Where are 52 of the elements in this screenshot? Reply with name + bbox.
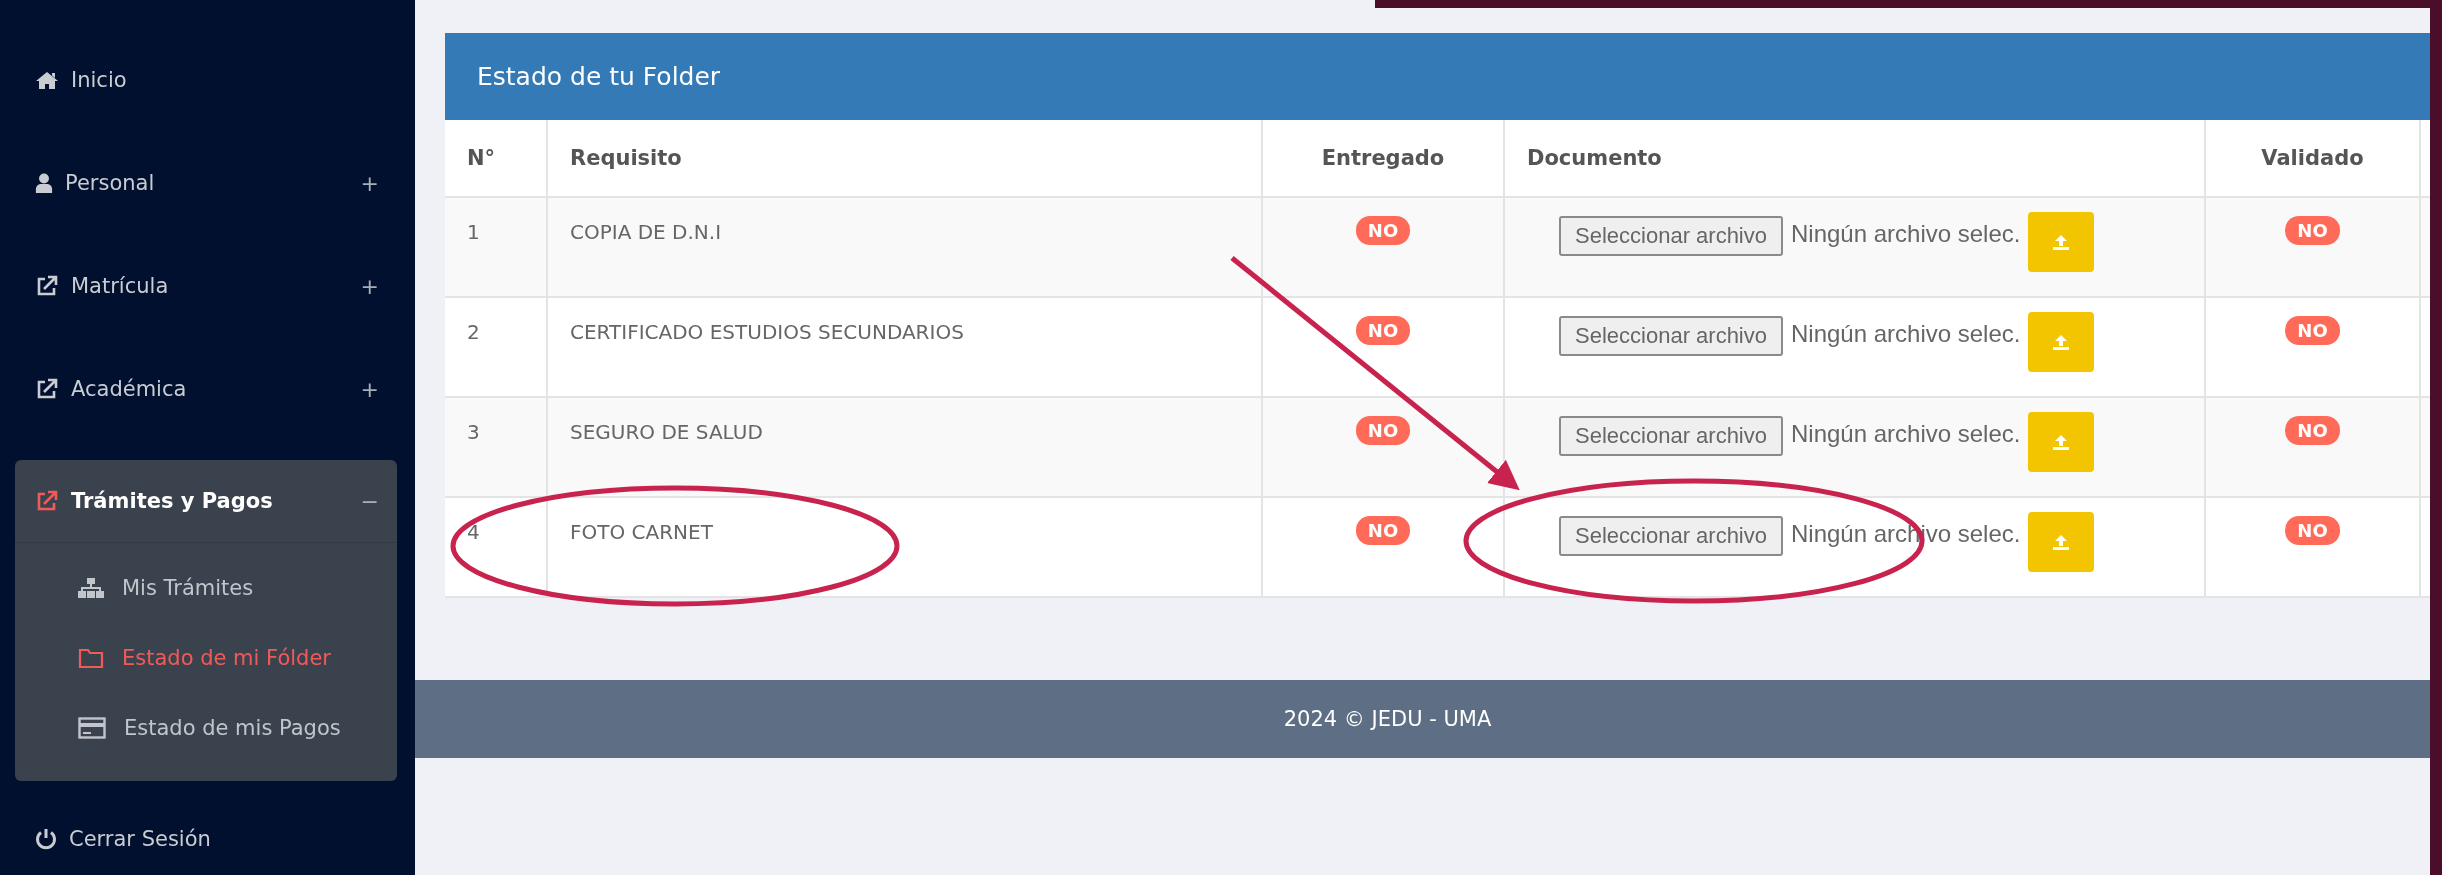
upload-button[interactable] xyxy=(2028,212,2095,272)
folder-icon xyxy=(78,647,104,669)
table-cell: SEGURO DE SALUD xyxy=(547,397,1262,497)
upload-icon xyxy=(2051,232,2072,252)
external-link-icon xyxy=(35,274,59,298)
credit-card-icon xyxy=(78,717,106,739)
choose-file-button[interactable]: Seleccionar archivo xyxy=(1559,216,1783,256)
status-badge: NO xyxy=(2285,416,2340,445)
expand-toggle[interactable]: − xyxy=(360,488,379,514)
upload-icon xyxy=(2051,332,2072,352)
table-cell: 3 xyxy=(445,397,547,497)
status-badge: NO xyxy=(2285,216,2340,245)
menu-item[interactable]: Trámites y Pagos − xyxy=(15,460,397,543)
home-icon xyxy=(35,70,59,90)
upload-button[interactable] xyxy=(2028,512,2095,572)
upload-icon xyxy=(2051,432,2072,452)
menu-item[interactable]: Matrícula + xyxy=(15,254,397,318)
menu-item[interactable]: Personal + xyxy=(15,151,397,215)
choose-file-button[interactable]: Seleccionar archivo xyxy=(1559,416,1783,456)
external-link-icon xyxy=(35,489,59,513)
upload-button[interactable] xyxy=(2028,412,2095,472)
file-status: Ningún archivo selec. xyxy=(1791,220,2021,248)
upload-icon xyxy=(2051,532,2072,552)
panel-title: Estado de tu Folder xyxy=(477,62,721,91)
expand-toggle[interactable]: + xyxy=(360,376,379,402)
status-badge: NO xyxy=(2285,316,2340,345)
status-badge: NO xyxy=(1355,216,1411,245)
status-badge: NO xyxy=(2285,516,2340,545)
table-cell: 4 xyxy=(445,497,547,597)
sitemap-icon xyxy=(78,577,104,599)
table-cell: COPIA DE D.N.I xyxy=(547,197,1262,297)
footer-text: 2024 © JEDU - UMA xyxy=(1283,707,1492,731)
menu-item[interactable]: Inicio xyxy=(15,48,397,112)
upload-button[interactable] xyxy=(2028,312,2095,372)
file-status: Ningún archivo selec. xyxy=(1791,320,2021,348)
status-badge: NO xyxy=(1355,416,1411,445)
submenu-item[interactable]: Estado de mis Pagos xyxy=(15,693,397,763)
expand-toggle[interactable]: + xyxy=(360,273,379,299)
status-badge: NO xyxy=(1355,516,1411,545)
external-link-icon xyxy=(35,377,59,401)
table-cell: FOTO CARNET xyxy=(547,497,1262,597)
menu-item[interactable]: Cerrar Sesión xyxy=(15,807,397,871)
file-status: Ningún archivo selec. xyxy=(1791,420,2021,448)
table-cell: 1 xyxy=(445,197,547,297)
submenu-item[interactable]: Mis Trámites xyxy=(15,553,397,623)
expand-toggle[interactable]: + xyxy=(360,170,379,196)
menu-item[interactable]: Académica + xyxy=(15,357,397,421)
status-badge: NO xyxy=(1355,316,1411,345)
power-icon xyxy=(35,828,57,850)
choose-file-button[interactable]: Seleccionar archivo xyxy=(1559,516,1783,556)
choose-file-button[interactable]: Seleccionar archivo xyxy=(1559,316,1783,356)
user-icon xyxy=(35,172,53,194)
